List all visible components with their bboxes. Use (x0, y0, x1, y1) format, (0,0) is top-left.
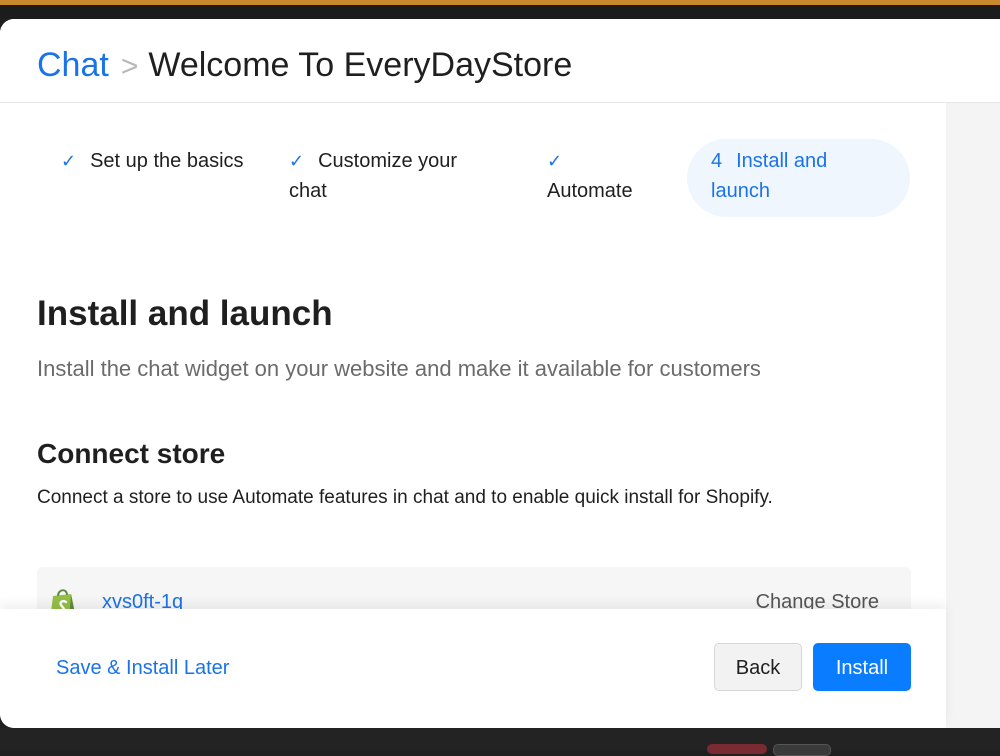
step-number: 4 (711, 150, 723, 172)
stepper: ✓ Set up the basics ✓ Customize your chat … (0, 103, 946, 243)
step-customize-chat[interactable]: ✓ Customize your chat (289, 146, 499, 206)
step-label: Customize your chat (289, 150, 458, 202)
window-top-strip (0, 5, 1000, 19)
wizard-content: ✓ Set up the basics ✓ Customize your chat … (0, 103, 946, 631)
install-button[interactable]: Install (813, 643, 911, 691)
window-bottom-strip (0, 728, 1000, 750)
breadcrumb-chat-link[interactable]: Chat (37, 46, 109, 84)
check-icon: ✓ (289, 151, 305, 171)
step-label: Install and launch (711, 150, 828, 202)
taskbar-item[interactable] (707, 744, 767, 754)
step-label: Automate (547, 180, 633, 202)
page-title: Welcome To EveryDayStore (148, 46, 573, 84)
section-description: Install the chat widget on your website … (37, 356, 761, 381)
section-title: Install and launch (37, 294, 333, 333)
modal-header: Chat > Welcome To EveryDayStore (0, 19, 1000, 103)
connect-store-description: Connect a store to use Automate features… (37, 487, 773, 508)
save-install-later-link[interactable]: Save & Install Later (56, 655, 229, 681)
step-label: Set up the basics (90, 150, 244, 172)
connect-store-title: Connect store (37, 438, 226, 469)
step-set-up-basics[interactable]: ✓ Set up the basics (61, 146, 261, 176)
back-button[interactable]: Back (714, 643, 802, 691)
taskbar-item[interactable] (773, 744, 831, 756)
check-icon: ✓ (547, 151, 563, 171)
side-panel-background (946, 103, 1000, 728)
breadcrumb-separator: > (120, 50, 139, 83)
step-automate[interactable]: ✓ Automate (547, 146, 667, 206)
step-install-launch[interactable]: 4 Install and launch (687, 139, 910, 217)
install-wizard-modal: Chat > Welcome To EveryDayStore ✓ Set up th… (0, 19, 1000, 728)
modal-footer: Save & Install Later Back Install (0, 609, 946, 728)
breadcrumb: Chat > Welcome To EveryDayStore (37, 45, 572, 87)
check-icon: ✓ (61, 151, 77, 171)
